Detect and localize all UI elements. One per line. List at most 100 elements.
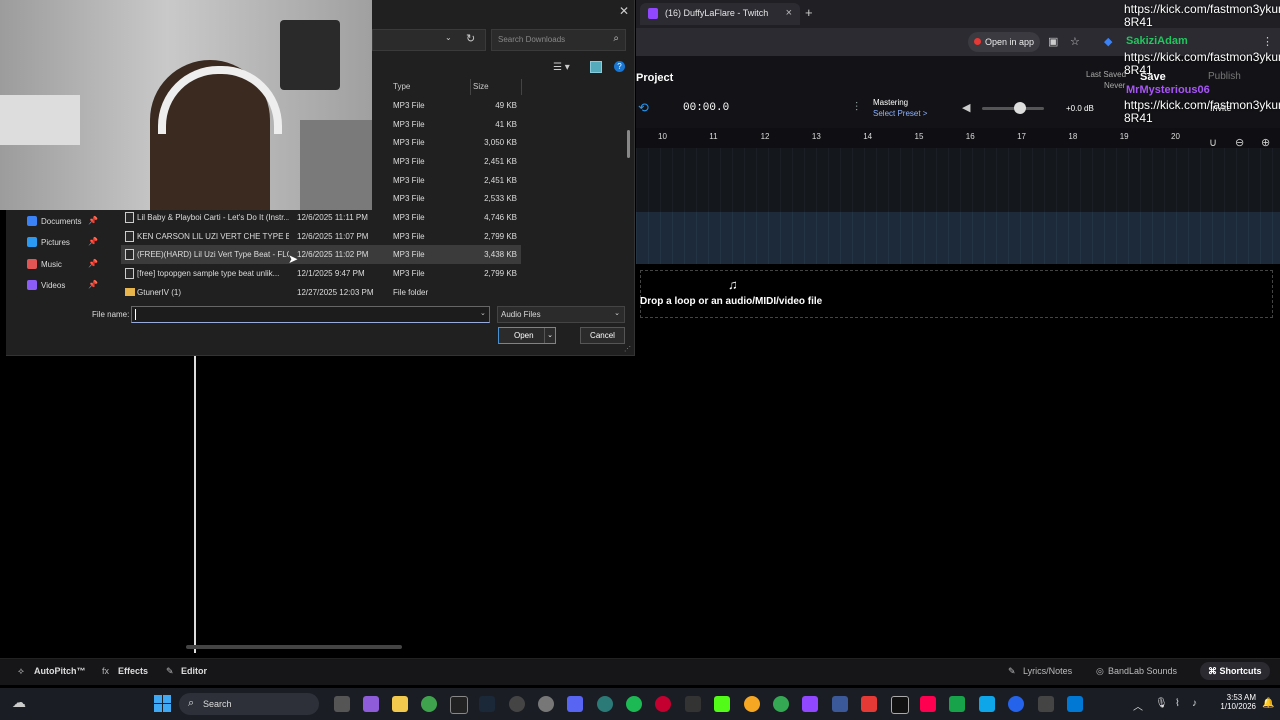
taskbar-clock[interactable]: 3:53 AM 1/10/2026 — [1214, 693, 1256, 711]
steam-icon[interactable] — [479, 696, 495, 712]
file-row[interactable]: KEN CARSON LIL UZI VERT CHE TYPE B... 12/… — [121, 227, 521, 246]
new-tab-button[interactable]: + — [805, 5, 813, 20]
mastering-preset[interactable]: Select Preset > — [873, 109, 927, 118]
open-button[interactable]: Open ⌄ — [498, 327, 556, 344]
app-icon-9[interactable] — [1038, 696, 1054, 712]
pin-icon: 📌 — [88, 280, 98, 289]
task-view-icon[interactable] — [334, 696, 350, 712]
pin-icon: 📌 — [88, 216, 98, 225]
project-title[interactable]: Project — [636, 72, 673, 84]
autopitch-button[interactable]: AutoPitch™ — [34, 666, 86, 676]
chrome-icon[interactable] — [773, 696, 789, 712]
app-icon-5[interactable] — [891, 696, 909, 714]
app-icon-3[interactable] — [744, 696, 760, 712]
spotify-icon[interactable] — [626, 696, 642, 712]
file-type-value: Audio Files — [501, 310, 541, 319]
ruler-tick: 19 — [1119, 132, 1129, 141]
menu-icon[interactable]: ⋮ — [1262, 35, 1274, 48]
column-header-type[interactable]: Type — [393, 82, 410, 91]
file-row[interactable]: GtunerIV (1) 12/27/2025 12:03 PM File fold… — [121, 283, 521, 302]
volume-icon[interactable]: ◀ — [962, 101, 970, 114]
refresh-icon[interactable]: ↻ — [466, 32, 475, 45]
file-row[interactable]: [free] topopgen sample type beat unlik..… — [121, 264, 521, 283]
tray-chevron-icon[interactable]: ︿ — [1133, 698, 1143, 713]
chevron-down-icon[interactable]: ⌄ — [480, 309, 486, 317]
horizontal-scrollbar[interactable] — [186, 645, 402, 649]
chat-message-1[interactable]: https://kick.com/fastmon3ykun 8R41 — [1124, 3, 1280, 29]
cancel-button[interactable]: Cancel — [580, 327, 625, 344]
discord-icon[interactable] — [567, 696, 583, 712]
file-explorer-icon[interactable] — [392, 696, 408, 712]
app-icon-2[interactable] — [597, 696, 613, 712]
file-row[interactable]: (FREE)(HARD) Lil Uzi Vert Type Beat - FL… — [121, 245, 521, 264]
help-icon[interactable]: ? — [614, 61, 625, 72]
resize-grip-icon[interactable]: ⋰ — [624, 345, 631, 353]
mastering-title[interactable]: Mastering — [873, 98, 908, 107]
ruler-tick: 17 — [1017, 132, 1026, 141]
kick-icon[interactable] — [714, 696, 730, 712]
shortcuts-button[interactable]: ⌘ Shortcuts — [1200, 662, 1270, 680]
speaker-icon[interactable]: ♪ — [1192, 698, 1197, 709]
column-divider[interactable] — [521, 79, 522, 95]
twitch-app-icon[interactable] — [802, 696, 818, 712]
star-icon[interactable]: ☆ — [1070, 35, 1082, 48]
chevron-down-icon[interactable]: ⌄ — [445, 33, 452, 42]
app-icon-1[interactable] — [509, 696, 525, 712]
shortcuts-label: Shortcuts — [1219, 666, 1262, 676]
file-type: MP3 File — [393, 232, 425, 241]
bandlab-sounds-button[interactable]: BandLab Sounds — [1108, 666, 1177, 676]
xbox-icon[interactable] — [421, 696, 437, 712]
weather-icon[interactable]: ☁ — [12, 694, 32, 712]
file-type-select[interactable]: Audio Files ⌄ — [497, 306, 625, 323]
copilot-icon[interactable] — [363, 696, 379, 712]
file-list-scrollbar[interactable] — [627, 130, 630, 158]
track-lane[interactable] — [636, 148, 1280, 212]
column-header-size[interactable]: Size — [473, 82, 489, 91]
mastering-icon: ⫶ — [855, 100, 859, 114]
chat-message-3[interactable]: https://kick.com/fastmon3ykun 8R41 — [1124, 99, 1280, 125]
app-icon-8[interactable] — [1008, 696, 1024, 712]
file-row[interactable]: Lil Baby & Playboi Carti - Let's Do It (… — [121, 208, 521, 227]
file-name-input[interactable] — [131, 306, 490, 323]
close-tab-icon[interactable]: × — [786, 7, 792, 19]
close-icon[interactable]: ✕ — [619, 4, 629, 18]
epic-games-icon[interactable] — [450, 696, 468, 714]
notification-bell-icon[interactable]: 🔔 — [1262, 698, 1274, 709]
fl-studio-icon[interactable] — [861, 696, 877, 712]
volume-slider[interactable] — [982, 107, 1044, 110]
file-type: MP3 File — [393, 157, 425, 166]
microphone-icon[interactable]: 🎙 — [1155, 698, 1168, 709]
ruler-tick: 10 — [658, 132, 667, 141]
app-icon-6[interactable] — [949, 696, 965, 712]
view-options-icon[interactable]: ☰ ▾ — [553, 62, 570, 73]
loop-icon[interactable]: ⟲ — [638, 100, 652, 115]
playhead[interactable] — [194, 355, 196, 653]
taskbar-search[interactable]: ⌕ Search — [179, 693, 319, 715]
capcut-icon[interactable] — [685, 696, 701, 712]
file-type: MP3 File — [393, 213, 425, 222]
effects-button[interactable]: Effects — [118, 666, 148, 676]
tiktok-icon[interactable] — [920, 696, 936, 712]
browser-tab-twitch[interactable]: (16) DuffyLaFlare - Twitch × — [640, 3, 800, 25]
effects-icon: fx — [102, 666, 110, 676]
preview-pane-icon[interactable] — [590, 61, 602, 73]
app-icon-4[interactable] — [832, 696, 848, 712]
open-in-app-button[interactable]: Open in app — [968, 32, 1041, 52]
opera-icon[interactable] — [655, 696, 671, 712]
windows-start-icon[interactable] — [154, 695, 171, 712]
settings-icon[interactable] — [538, 696, 554, 712]
timeline-ruler[interactable]: 10 11 12 13 14 15 16 17 18 19 20 — [636, 128, 1280, 148]
wifi-icon[interactable]: ⌇ — [1175, 698, 1180, 709]
chevron-down-icon[interactable]: ⌄ — [544, 328, 555, 343]
column-divider[interactable] — [470, 79, 471, 95]
track-lane-selected[interactable] — [636, 212, 1280, 264]
extension-icon[interactable]: ◆ — [1104, 35, 1116, 48]
app-icon-10[interactable] — [1067, 696, 1083, 712]
chat-message-2[interactable]: https://kick.com/fastmon3ykun 8R41 — [1124, 51, 1280, 77]
chevron-down-icon: ⌄ — [614, 310, 620, 317]
search-downloads-input[interactable]: Search Downloads ⌕ — [491, 29, 626, 51]
app-icon-7[interactable] — [979, 696, 995, 712]
editor-button[interactable]: Editor — [181, 666, 207, 676]
screenshot-icon[interactable]: ▣ — [1048, 35, 1060, 48]
lyrics-notes-button[interactable]: Lyrics/Notes — [1023, 666, 1072, 676]
